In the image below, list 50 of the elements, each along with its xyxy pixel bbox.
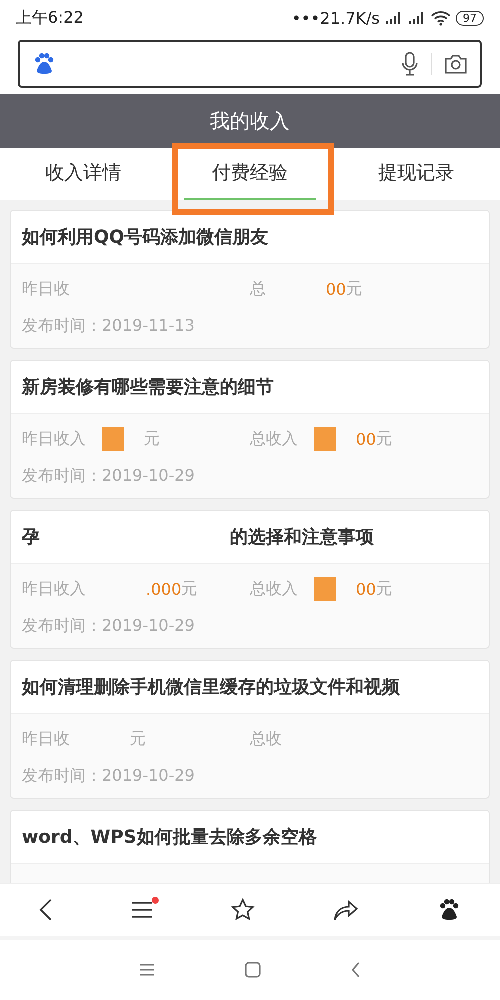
signal-icon xyxy=(408,11,426,25)
income-label: 元 xyxy=(376,428,392,450)
tab[interactable]: 收入详情 xyxy=(17,148,150,200)
income-label: 总收 xyxy=(250,728,282,750)
battery-level: 97 xyxy=(456,10,484,26)
article-card[interactable]: 如何利用QQ号码添加微信朋友 昨日收 总 00元 发布时间：2019-11-13 xyxy=(10,210,490,349)
income-label: 昨日收 xyxy=(22,728,70,750)
redaction-patch xyxy=(102,427,124,451)
income-label: 元 xyxy=(130,728,146,750)
search-field[interactable] xyxy=(18,40,482,88)
income-amount: 00 xyxy=(326,280,346,298)
publish-date: 发布时间：2019-10-29 xyxy=(22,766,196,787)
income-label: 昨日收入 xyxy=(22,578,86,600)
redaction-patch xyxy=(314,427,336,451)
article-card[interactable]: 孕 的选择和注意事项 昨日收入 .000元 总收入 00元 发布时间：2019-10-29 xyxy=(10,510,490,649)
article-card[interactable]: word、WPS如何批量去除多余空格 xyxy=(10,810,490,883)
microphone-icon[interactable] xyxy=(401,52,419,76)
tab[interactable]: 提现记录 xyxy=(350,148,483,200)
income-amount: .000 xyxy=(146,580,182,598)
share-icon[interactable] xyxy=(333,898,359,922)
publish-date: 发布时间：2019-11-13 xyxy=(22,316,196,337)
wifi-icon xyxy=(431,10,451,26)
income-label: 总 xyxy=(250,278,266,300)
status-time: 上午6:22 xyxy=(16,8,84,28)
income-label: 总收入 xyxy=(250,578,298,600)
publish-date: 发布时间：2019-10-29 xyxy=(22,466,196,487)
network-speed: •••21.7K/s xyxy=(292,8,380,28)
income-label: 昨日收入 xyxy=(22,428,86,450)
income-label: 总收入 xyxy=(250,428,298,450)
redaction-patch xyxy=(314,577,336,601)
income-amount: 00 xyxy=(356,580,376,598)
income-label: 元 xyxy=(182,578,198,600)
income-label: 昨日收 xyxy=(22,278,70,300)
star-icon[interactable] xyxy=(231,898,255,922)
page-header: 我的收入 xyxy=(0,94,500,148)
publish-date: 发布时间：2019-10-29 xyxy=(22,616,196,637)
article-card[interactable]: 如何清理删除手机微信里缓存的垃圾文件和视频 昨日收 元 总收 发布时间：2019-10-29 xyxy=(10,660,490,799)
tab[interactable]: 付费经验 xyxy=(184,148,316,200)
home-icon[interactable] xyxy=(245,962,261,978)
income-label: 元 xyxy=(376,578,392,600)
menu-icon[interactable] xyxy=(131,901,153,919)
income-label: 元 xyxy=(144,428,160,450)
signal-icon xyxy=(385,11,403,25)
article-card[interactable]: 新房装修有哪些需要注意的细节 昨日收入 元 总收入 00元 发布时间：2019-10-29 xyxy=(10,360,490,499)
camera-icon[interactable] xyxy=(444,54,468,74)
back-icon[interactable] xyxy=(39,898,53,922)
income-label: 元 xyxy=(346,278,362,300)
income-amount: 00 xyxy=(356,430,376,448)
card-title[interactable]: 的选择和注意事项 xyxy=(230,525,374,549)
card-title[interactable]: 孕 xyxy=(22,525,40,549)
